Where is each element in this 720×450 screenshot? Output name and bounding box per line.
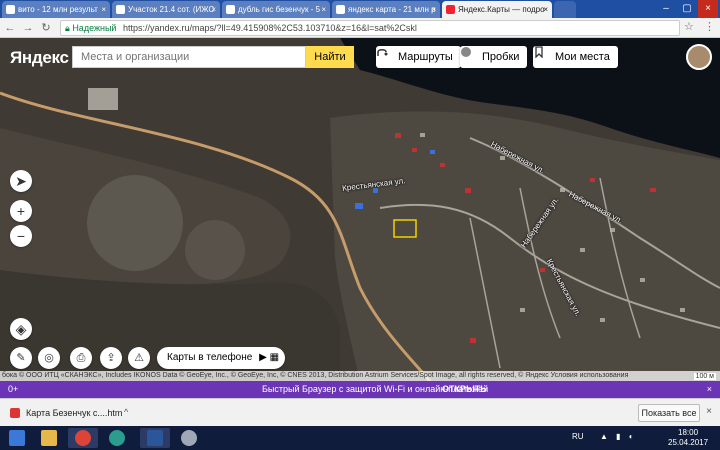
promo-age-label: 0+: [8, 384, 19, 394]
clock-date: 25.04.2017: [668, 438, 709, 447]
chevron-up-icon[interactable]: ^: [124, 407, 128, 417]
route-icon: [377, 49, 388, 56]
bookmark-icon: [535, 46, 543, 58]
minimize-icon[interactable]: –: [656, 0, 676, 18]
folder-icon: [41, 430, 57, 446]
browser-menu-icon[interactable]: ⋮: [704, 20, 715, 33]
tab-favicon-icon: [336, 5, 345, 14]
url-text: https://yandex.ru/maps/?ll=49.415908%2C5…: [122, 23, 417, 33]
promo-open-button[interactable]: ОТКРЫТЬ: [442, 381, 487, 398]
clock-time: 18:00: [678, 428, 699, 437]
show-all-downloads-button[interactable]: Показать все: [638, 404, 700, 422]
maps-in-phone-button[interactable]: Карты в телефоне ▶ ▦: [157, 347, 285, 369]
chrome-icon: [75, 430, 91, 446]
traffic-icon: [461, 47, 471, 57]
app-icon: [181, 430, 197, 446]
search-input[interactable]: [72, 46, 306, 68]
windows-icon: [9, 430, 25, 446]
mail-icon: [109, 430, 125, 446]
browser-tab-strip: вито - 12 млн результ × Участок 21.4 сот.…: [0, 0, 720, 18]
bookmark-star-icon[interactable]: ☆: [684, 20, 694, 33]
browser-tab[interactable]: Участок 21.4 сот. (ИЖС ×: [112, 1, 220, 18]
close-tab-icon[interactable]: ×: [543, 1, 548, 18]
browser-tab[interactable]: яндекс карта - 21 млн р ×: [332, 1, 440, 18]
browser-tab[interactable]: вито - 12 млн результ ×: [2, 1, 110, 18]
taskbar-word[interactable]: [140, 428, 170, 448]
traffic-button[interactable]: Пробки: [460, 46, 528, 68]
tab-favicon-icon: [446, 5, 455, 14]
word-icon: [147, 430, 163, 446]
windows-taskbar: RU ▲ ▮ ◐ 18:00 25.04.2017: [0, 426, 720, 450]
close-tab-icon[interactable]: ×: [101, 1, 106, 18]
zoom-out-button[interactable]: −: [10, 225, 32, 247]
maximize-icon[interactable]: ▢: [677, 0, 697, 18]
find-button[interactable]: Найти: [306, 46, 354, 68]
taskbar-chrome[interactable]: [68, 428, 98, 448]
download-item[interactable]: Карта Безенчук с....html: [6, 403, 122, 423]
my-places-button[interactable]: Мои места: [533, 46, 618, 68]
ruler-icon[interactable]: ✎: [10, 347, 32, 369]
user-avatar[interactable]: [686, 44, 712, 70]
close-download-bar-icon[interactable]: ×: [706, 406, 712, 417]
system-tray-icons[interactable]: ▲ ▮ ◐: [600, 432, 637, 441]
address-bar: ← → ↻ 🔒︎ Надежный https://yandex.ru/maps…: [0, 18, 720, 38]
taskbar-app[interactable]: [174, 428, 204, 448]
forward-icon[interactable]: →: [20, 20, 36, 36]
input-language[interactable]: RU: [572, 432, 584, 441]
close-tab-icon[interactable]: ×: [431, 1, 436, 18]
panorama-icon[interactable]: ◎: [38, 347, 60, 369]
search-field[interactable]: [81, 51, 305, 63]
close-tab-icon[interactable]: ×: [321, 1, 326, 18]
tab-favicon-icon: [226, 5, 235, 14]
satellite-map[interactable]: Яндекс Найти Маршруты Пробки Мои места ➤…: [0, 38, 720, 381]
taskbar-explorer[interactable]: [34, 428, 64, 448]
tab-favicon-icon: [6, 5, 15, 14]
layers-icon[interactable]: ◈: [10, 318, 32, 340]
print-icon[interactable]: ⎙: [70, 347, 92, 369]
share-icon[interactable]: ⇪: [100, 347, 122, 369]
map-scale: 100 м: [693, 373, 716, 380]
download-bar: Карта Безенчук с....html ^ Показать все …: [0, 398, 720, 426]
new-tab-button[interactable]: [554, 1, 576, 18]
taskbar-clock[interactable]: 18:00 25.04.2017: [668, 428, 708, 448]
locate-me-icon[interactable]: ➤: [10, 170, 32, 192]
close-tab-icon[interactable]: ×: [211, 1, 216, 18]
back-icon[interactable]: ←: [2, 20, 18, 36]
browser-tab-active[interactable]: Яндекс.Карты — подро ×: [442, 1, 552, 18]
browser-tab[interactable]: дубль гис безенчук - 5 ×: [222, 1, 330, 18]
report-error-icon[interactable]: ⚠: [128, 347, 150, 369]
window-close-icon[interactable]: ×: [698, 0, 718, 18]
start-button[interactable]: [2, 428, 32, 448]
lock-icon: 🔒︎: [65, 23, 70, 33]
promo-close-icon[interactable]: ×: [707, 381, 712, 398]
map-attribution: бока © ООО ИТЦ «СКАНЭКС», Includes IKONO…: [0, 371, 720, 381]
platform-icons: ▶ ▦: [259, 352, 280, 363]
reload-icon[interactable]: ↻: [38, 20, 54, 36]
tab-favicon-icon: [116, 5, 125, 14]
file-icon: [10, 408, 20, 418]
taskbar-mail[interactable]: [102, 428, 132, 448]
secure-label: Надежный: [72, 23, 117, 33]
yandex-logo[interactable]: Яндекс: [10, 48, 69, 68]
routes-button[interactable]: Маршруты: [376, 46, 461, 68]
browser-promo-bar: 0+ Быстрый Браузер с защитой Wi-Fi и онл…: [0, 381, 720, 398]
url-field[interactable]: 🔒︎ Надежный https://yandex.ru/maps/?ll=4…: [60, 20, 680, 36]
zoom-in-button[interactable]: +: [10, 200, 32, 222]
satellite-imagery: [0, 38, 720, 381]
